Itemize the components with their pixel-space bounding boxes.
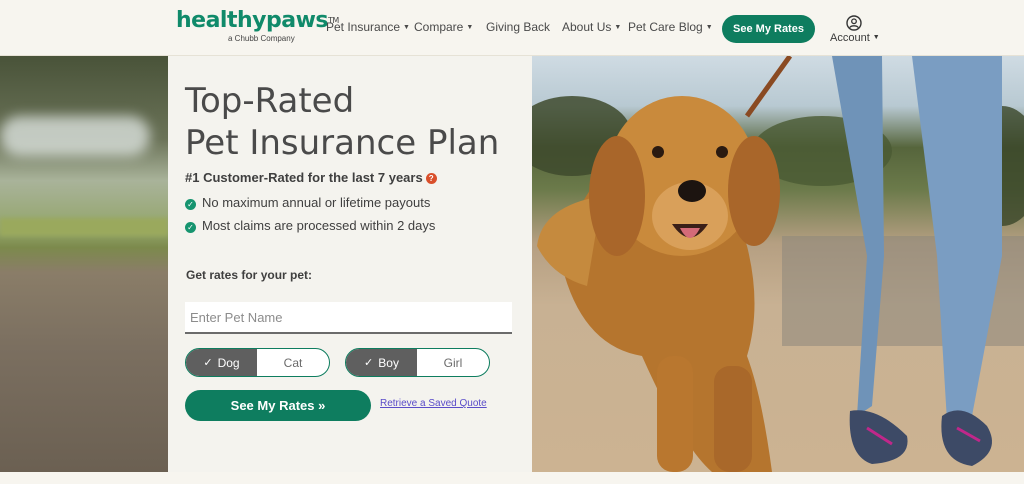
caret-down-icon: ▼ bbox=[614, 24, 622, 31]
hero-title-line-1: Top-Rated bbox=[185, 81, 355, 121]
caret-down-icon: ▼ bbox=[872, 34, 880, 41]
check-circle-icon: ✓ bbox=[185, 199, 196, 210]
species-option-dog[interactable]: ✓ Dog bbox=[186, 349, 257, 376]
background-park-image bbox=[0, 56, 168, 472]
golden-retriever-walking-photo bbox=[532, 56, 1024, 472]
see-my-rates-button[interactable]: See My Rates » bbox=[185, 390, 371, 421]
nav-item-compare[interactable]: Compare ▼ bbox=[414, 20, 473, 34]
info-icon[interactable]: ? bbox=[425, 173, 437, 184]
caret-down-icon: ▼ bbox=[403, 24, 410, 31]
header-see-my-rates-button[interactable]: See My Rates bbox=[722, 15, 815, 43]
nav-item-pet-care-blog[interactable]: Pet Care Blog ▼ bbox=[628, 20, 713, 34]
checkmark-icon: ✓ bbox=[364, 357, 374, 369]
logo-wordmark: healthypawsTM bbox=[176, 8, 339, 33]
account-menu[interactable]: Account ▼ bbox=[830, 15, 880, 44]
rates-form-label: Get rates for your pet: bbox=[186, 268, 313, 282]
hero-title-line-2: Pet Insurance Plan bbox=[185, 123, 500, 163]
check-circle-icon: ✓ bbox=[185, 222, 196, 233]
gender-option-boy[interactable]: ✓ Boy bbox=[346, 349, 417, 376]
account-label: Account ▼ bbox=[830, 32, 880, 44]
nav-item-giving-back[interactable]: Giving Back bbox=[486, 20, 550, 34]
healthypaws-logo[interactable]: healthypawsTM a Chubb Company bbox=[176, 8, 339, 44]
caret-down-icon: ▼ bbox=[466, 24, 474, 31]
pet-name-input[interactable] bbox=[185, 302, 512, 334]
nav-item-about-us[interactable]: About Us ▼ bbox=[562, 20, 621, 34]
user-circle-icon bbox=[846, 15, 862, 31]
hero-subtitle: #1 Customer-Rated for the last 7 years? bbox=[185, 170, 437, 185]
nav-item-pet-insurance[interactable]: Pet Insurance ▼ bbox=[326, 20, 410, 34]
logo-tagline: a Chubb Company bbox=[228, 34, 295, 43]
retrieve-saved-quote-link[interactable]: Retrieve a Saved Quote bbox=[380, 398, 487, 409]
dog-illustration bbox=[532, 56, 1024, 472]
gender-option-girl[interactable]: Girl bbox=[417, 349, 489, 376]
hero-title: Top-Rated Pet Insurance Plan bbox=[185, 80, 499, 164]
hero-section bbox=[0, 56, 1024, 472]
checkmark-icon: ✓ bbox=[203, 357, 213, 369]
site-header: healthypawsTM a Chubb Company Pet Insura… bbox=[0, 0, 1024, 56]
gender-toggle: ✓ Boy Girl bbox=[345, 348, 490, 377]
caret-down-icon: ▼ bbox=[705, 24, 713, 31]
benefit-item: ✓ No maximum annual or lifetime payouts bbox=[185, 195, 430, 210]
benefit-item: ✓ Most claims are processed within 2 days bbox=[185, 218, 435, 233]
species-option-cat[interactable]: Cat bbox=[257, 349, 329, 376]
species-toggle: ✓ Dog Cat bbox=[185, 348, 330, 377]
